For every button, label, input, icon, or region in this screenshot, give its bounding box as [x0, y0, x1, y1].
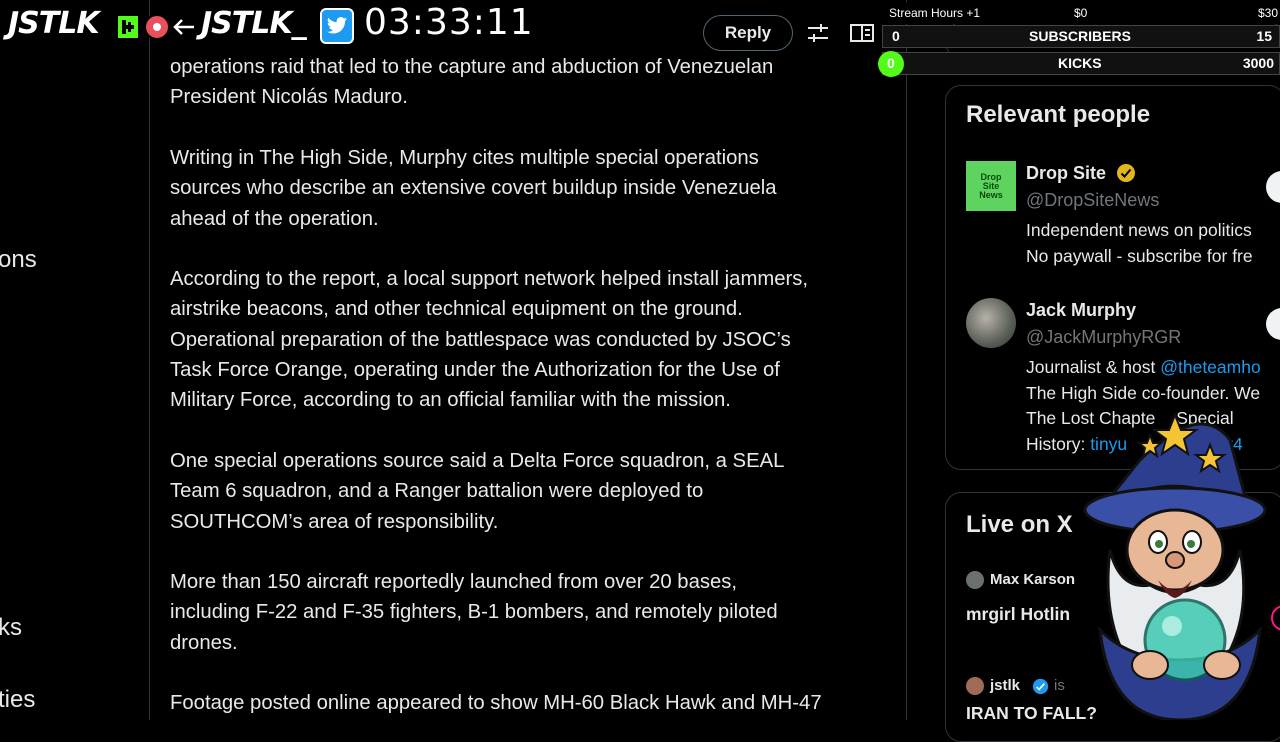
person-bio: Independent news on politics No paywall … — [1026, 218, 1253, 269]
article-paragraph-6: Footage posted online appeared to show M… — [170, 688, 822, 718]
live-host-name: jstlk — [990, 677, 1021, 694]
record-icon — [144, 14, 170, 40]
goal-subscribers: 0 SUBSCRIBERS 15 — [882, 25, 1280, 48]
blue-verified-badge-icon — [1032, 678, 1049, 700]
goal-max: $30 — [1257, 6, 1278, 20]
avatar-logo-text: Drop Site News — [979, 171, 1003, 200]
goal-current: 0 — [887, 55, 895, 71]
person-drop-site[interactable]: Drop Site News Drop Site @DropSiteNews I… — [966, 161, 1280, 281]
channel-logo: JSTLK — [8, 6, 100, 41]
article-line: airstrike beacons, and other technical e… — [170, 298, 743, 321]
channel-logo: JSTLK_ — [201, 6, 307, 41]
goal-target: 15 — [1256, 28, 1272, 44]
goal-current: 0 — [892, 28, 900, 44]
live-host-suffix: is — [1054, 677, 1065, 694]
goal-target: 3000 — [1242, 55, 1274, 71]
article-line: ahead of the operation. — [170, 207, 379, 230]
goal-kicks: 0 KICKS 3000 — [878, 51, 1280, 77]
left-navigation: ons ks ties — [0, 0, 149, 720]
nav-item-fragment-2[interactable]: ks — [0, 614, 22, 642]
article-line: President Nicolás Maduro. — [170, 86, 408, 109]
article-line: More than 150 aircraft reportedly launch… — [170, 571, 738, 593]
stream-goals-overlay: Stream Hours +1 $0 $30 0 SUBSCRIBERS 15 … — [878, 0, 1280, 80]
article-line: Military Force, according to an official… — [170, 389, 731, 412]
stream-overlay-header: JSTLK JSTLK_ 03:33:11 — [0, 0, 880, 52]
host-avatar — [966, 677, 984, 695]
avatar[interactable] — [966, 298, 1016, 348]
article-paragraph-1: operations raid that led to the capture … — [170, 52, 773, 113]
article-line: Task Force Orange, operating under the A… — [170, 358, 780, 381]
article-line: operations raid that led to the capture … — [170, 56, 774, 78]
bio-line: Journalist & host @theteamho — [1026, 355, 1261, 381]
live-title: mrgirl Hotlin — [966, 604, 1071, 624]
live-host-name: Max Karson — [990, 571, 1076, 588]
nav-item-fragment-1[interactable]: ons — [0, 246, 37, 274]
article-line: According to the report, a local support… — [170, 268, 809, 290]
article-line: drones. — [170, 631, 238, 654]
person-name[interactable]: Jack Murphy — [1026, 300, 1136, 321]
twitter-bird-icon — [320, 8, 354, 44]
goal-min: $0 — [1074, 6, 1088, 20]
article-line: Writing in The High Side, Murphy cites m… — [170, 147, 759, 169]
article-paragraph-3: According to the report, a local support… — [170, 264, 808, 415]
article-paragraph-4: One special operations source said a Del… — [170, 446, 784, 537]
article-line: including F-22 and F-35 fighters, B-1 bo… — [170, 601, 778, 624]
kick-icon — [116, 14, 140, 40]
article-line: One special operations source said a Del… — [170, 450, 785, 472]
stream-timer: 03:33:11 — [364, 2, 534, 43]
article-line: Operational preparation of the battlespa… — [170, 328, 791, 351]
article-paragraph-2: Writing in The High Side, Murphy cites m… — [170, 143, 777, 234]
live-on-x-title: Live on X — [966, 511, 1073, 538]
arrow-left-icon — [172, 16, 196, 43]
goal-label: KICKS — [1058, 55, 1102, 71]
article-paragraph-5: More than 150 aircraft reportedly launch… — [170, 567, 778, 658]
live-title: IRAN TO FALL? — [966, 703, 1097, 723]
wizard-mascot-illustration — [1080, 400, 1280, 722]
host-avatar — [966, 571, 984, 589]
article-line: sources who describe an extensive covert… — [170, 177, 777, 200]
person-name[interactable]: Drop Site — [1026, 163, 1106, 184]
person-handle[interactable]: @DropSiteNews — [1026, 190, 1159, 211]
bio-line: Independent news on politics — [1026, 220, 1252, 240]
article-line: Team 6 squadron, and a Ranger battalion … — [170, 480, 704, 503]
avatar[interactable]: Drop Site News — [966, 161, 1016, 211]
article-line: Footage posted online appeared to show M… — [170, 692, 822, 714]
main-column-right-border — [906, 0, 907, 720]
main-column-left-border — [149, 0, 150, 720]
article-line: SOUTHCOM’s area of responsibility. — [170, 510, 499, 533]
gold-verified-badge-icon — [1116, 163, 1136, 188]
goal-label: SUBSCRIBERS — [1029, 28, 1131, 44]
goal-stream-hours: Stream Hours +1 $0 $30 — [882, 2, 1280, 24]
bio-text: Journalist & host — [1026, 357, 1161, 377]
bio-line: No paywall - subscribe for fre — [1026, 245, 1253, 266]
nav-item-fragment-3[interactable]: ties — [0, 686, 35, 714]
relevant-people-title: Relevant people — [966, 101, 1151, 128]
bio-mention-link[interactable]: @theteamho — [1160, 357, 1260, 377]
goal-label: Stream Hours +1 — [889, 6, 981, 20]
person-handle[interactable]: @JackMurphyRGR — [1026, 327, 1181, 348]
